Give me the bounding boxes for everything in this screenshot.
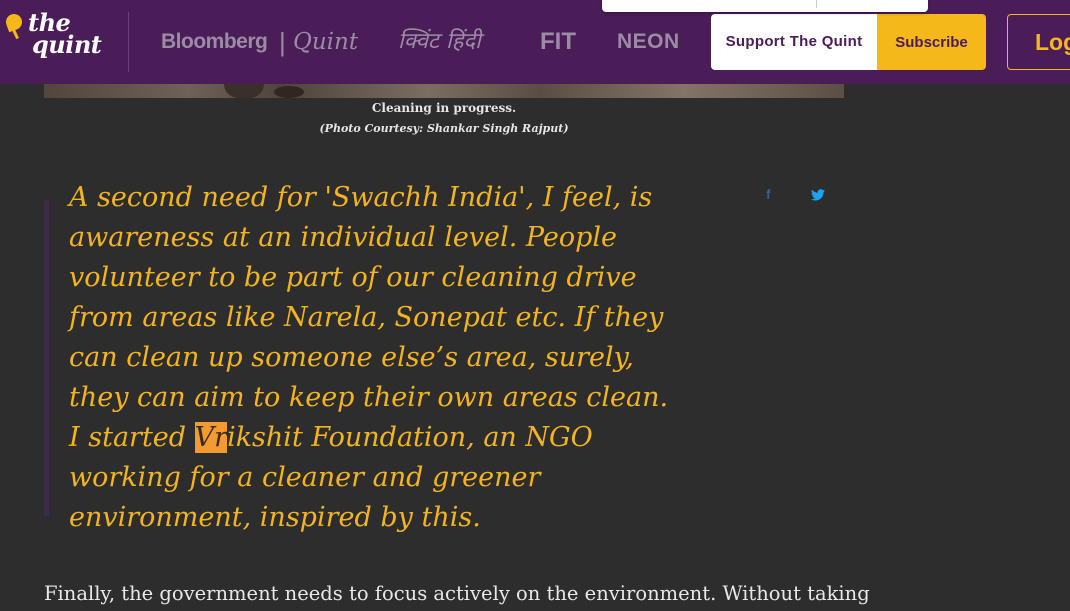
bloomberg-quint-link[interactable]: Bloomberg [161, 0, 268, 84]
support-the-quint-button[interactable]: Support The Quint [711, 14, 877, 70]
facebook-icon[interactable]: f [766, 186, 771, 202]
brand-separator: | [279, 27, 286, 57]
dropdown-popup [602, 0, 928, 12]
login-button[interactable]: Log [1007, 14, 1070, 70]
quote-text-start: A second need for 'Swachh India', I feel… [69, 182, 669, 453]
article-paragraph: Finally, the government needs to focus a… [44, 582, 870, 605]
pull-quote: A second need for 'Swachh India', I feel… [69, 178, 669, 538]
neon-link[interactable]: NEON [617, 0, 680, 84]
quint-hindi-link[interactable]: क्विंट हिंदी [398, 0, 481, 84]
fit-link[interactable]: FIT [540, 0, 576, 84]
twitter-icon[interactable] [811, 189, 825, 201]
photo-credit: (Photo Courtesy: Shankar Singh Rajput) [319, 122, 569, 135]
quote-bar [44, 200, 49, 516]
the-quint-logo[interactable]: the quint [3, 11, 116, 72]
header-divider [128, 12, 129, 72]
text-selection-highlight: Vr [194, 422, 228, 453]
subscribe-button[interactable]: Subscribe [877, 14, 986, 70]
site-header: the quint Bloomberg | Quint क्विंट हिंदी… [0, 0, 1070, 84]
photo-caption: Cleaning in progress. [371, 101, 517, 115]
quint-brand-link[interactable]: Quint [293, 0, 358, 84]
logo-text-bottom: quint [32, 30, 102, 59]
article-photo [44, 84, 844, 98]
